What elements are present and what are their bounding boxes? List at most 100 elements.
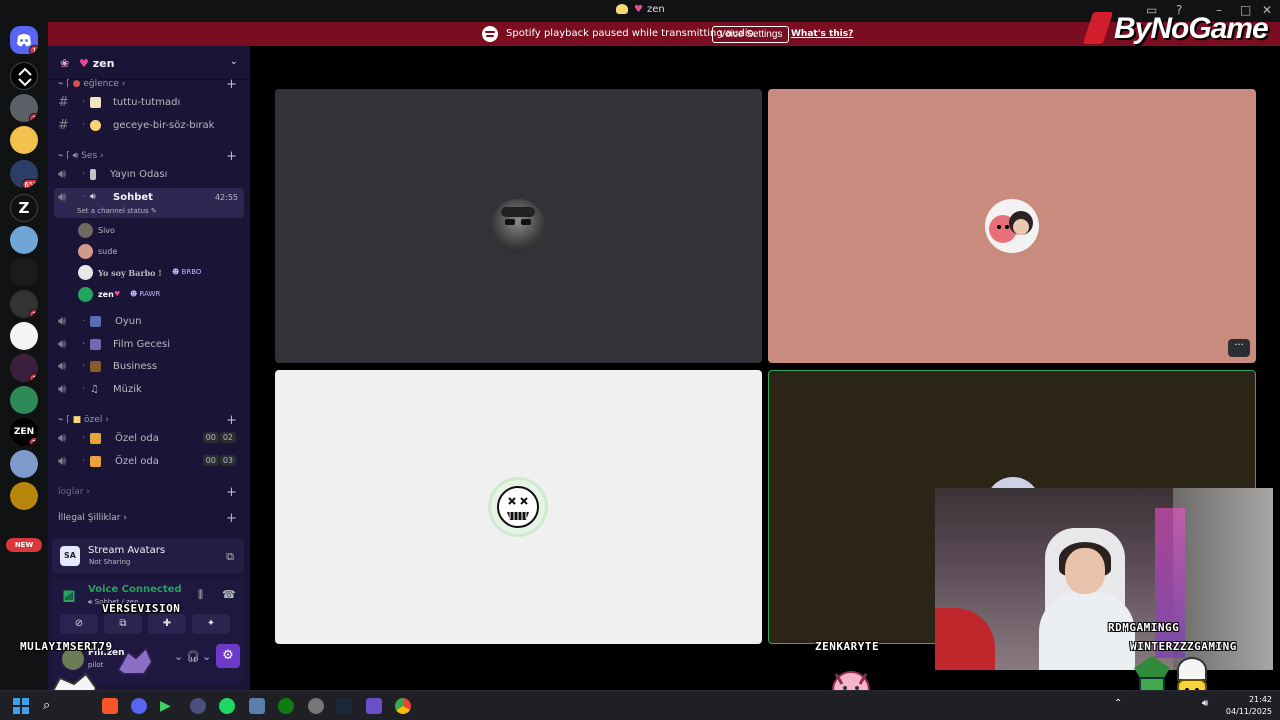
taskbar-clock[interactable]: 21:42 04/11/2025 — [1226, 694, 1272, 718]
server-icon[interactable] — [10, 126, 38, 154]
text-channel-icon: # — [58, 118, 69, 133]
discord-home-icon[interactable]: 1 — [10, 26, 38, 54]
duck-emoji-icon — [616, 4, 628, 14]
soundboard-button[interactable]: ✦ — [192, 614, 230, 634]
share-screen-icon[interactable]: ⧉ — [226, 550, 234, 564]
server-icon[interactable]: ZEN 2 — [10, 418, 38, 446]
add-channel-icon[interactable]: + — [226, 485, 237, 500]
briefcase-icon — [90, 361, 101, 372]
more-options-button[interactable]: ··· — [1228, 339, 1250, 357]
participant-tile[interactable] — [275, 370, 762, 644]
voice-settings-button[interactable]: Voice Settings — [712, 26, 790, 43]
channel-yayin-odasi[interactable]: 🔊︎ · Yayın Odası — [54, 165, 244, 185]
channel-tuttu-tutmadi[interactable]: # · tuttu-tutmadı — [54, 93, 244, 113]
speaker-icon: 🔊︎ — [72, 151, 79, 161]
voice-channel-icon: 🔊︎ — [58, 337, 67, 352]
server-icon[interactable]: 2 — [10, 290, 38, 318]
xbox-icon[interactable] — [278, 698, 294, 714]
chevron-down-icon[interactable]: ⌄ — [174, 650, 183, 663]
overlay-name: ZENKARYTE — [815, 640, 880, 653]
server-icon[interactable] — [10, 62, 38, 90]
steam-icon[interactable] — [336, 698, 352, 714]
channel-sidebar: ❀ ♥ zen ⌄ ⌁ ⌈ ● eğlence › + # · tuttu-tutm… — [48, 46, 250, 690]
app-icon[interactable] — [366, 698, 382, 714]
gamepad-icon — [90, 316, 101, 327]
chrome-icon[interactable] — [395, 698, 411, 714]
guild-header[interactable]: ❀ ♥ zen ⌄ — [48, 46, 250, 80]
windows-start-icon[interactable] — [13, 698, 29, 714]
avatar — [78, 223, 93, 238]
chevron-down-icon[interactable]: ⌄ — [202, 650, 211, 663]
voice-channel-icon: 🔊︎ — [58, 167, 67, 182]
server-icon[interactable]: Z — [10, 194, 38, 222]
add-channel-icon[interactable]: + — [226, 77, 237, 92]
category-eglence[interactable]: ⌁ ⌈ ● eğlence › + — [58, 77, 237, 92]
call-timer: 42:55 — [214, 193, 238, 202]
overlay-name: RDMGAMINGG — [1108, 621, 1180, 634]
activities-button[interactable]: ✚ — [148, 614, 186, 634]
new-badge: NEW — [6, 538, 42, 552]
category-illegal[interactable]: İllegal Şilliklar › + — [58, 511, 237, 526]
volume-icon[interactable]: 🔊︎ — [1202, 698, 1218, 714]
channel-business[interactable]: 🔊︎ · Business — [54, 357, 244, 377]
add-channel-icon[interactable]: + — [226, 413, 237, 428]
add-channel-icon[interactable]: + — [226, 149, 237, 164]
stream-avatars-icon: SA — [60, 546, 80, 566]
server-icon[interactable] — [10, 386, 38, 414]
set-channel-status[interactable]: Set a channel status ✎ — [77, 207, 157, 215]
tray-chevron-up-icon[interactable]: ⌃ — [1114, 698, 1130, 714]
voice-channel-icon: 🔊︎ — [58, 454, 67, 469]
disconnect-icon[interactable]: ☎ — [222, 588, 236, 601]
voice-channel-icon: 🔊︎ — [58, 314, 67, 329]
app-icon[interactable] — [308, 698, 324, 714]
headphones-icon[interactable]: 🎧︎ — [186, 650, 200, 663]
participant-tile[interactable] — [275, 89, 762, 363]
purple-creature-sprite-icon — [116, 646, 154, 675]
channel-muzik[interactable]: 🔊︎ · ♫ Müzik — [54, 380, 244, 400]
camera-off-button[interactable]: ⊘ — [60, 614, 98, 634]
channel-film-gecesi[interactable]: 🔊︎ · Film Gecesi — [54, 335, 244, 355]
server-icon[interactable]: 655 — [10, 160, 38, 188]
voice-user[interactable]: Yo soy Barbo ! ☻ BRBO — [76, 264, 236, 282]
spotify-icon — [482, 26, 498, 42]
voice-user[interactable]: sude — [76, 243, 236, 261]
voice-channel-icon: 🔊︎ — [58, 190, 67, 205]
screen-share-button[interactable]: ⧉ — [104, 614, 142, 634]
chevron-down-icon[interactable]: ⌄ — [230, 56, 238, 67]
category-ses[interactable]: ⌁ ⌈ 🔊︎ Ses › + — [58, 149, 237, 164]
settings-gear-icon[interactable]: ⚙ — [216, 644, 240, 668]
server-icon[interactable] — [10, 258, 38, 286]
moon-icon — [90, 120, 101, 131]
add-channel-icon[interactable]: + — [226, 511, 237, 526]
voice-user[interactable]: Sivo — [76, 222, 236, 240]
search-icon[interactable]: ⌕ — [43, 698, 59, 714]
category-loglar[interactable]: loglar › + — [58, 485, 237, 500]
discord-icon[interactable] — [131, 698, 147, 714]
user-tag: ☻ BRBO — [172, 268, 202, 276]
app-icon[interactable] — [190, 698, 206, 714]
server-icon[interactable] — [10, 226, 38, 254]
channel-oyun[interactable]: 🔊︎ · Oyun — [54, 312, 244, 332]
spotify-icon[interactable] — [219, 698, 235, 714]
voice-user[interactable]: zen ♥ ☻ RAWR — [76, 286, 236, 304]
noise-suppression-icon[interactable]: ⫼ — [198, 588, 203, 602]
channel-geceye[interactable]: # · geceye-bir-söz-bırak — [54, 116, 244, 136]
channel-ozel-oda-1[interactable]: 🔊︎ · Özel oda 00 02 — [54, 429, 244, 449]
app-icon[interactable] — [249, 698, 265, 714]
server-icon[interactable] — [10, 450, 38, 478]
server-icon[interactable] — [10, 482, 38, 510]
whats-this-link[interactable]: What's this? — [791, 29, 853, 39]
signal-icon[interactable]: 📶︎ — [62, 590, 76, 603]
participant-tile[interactable]: ··· — [768, 89, 1256, 363]
film-icon — [90, 339, 101, 350]
avatar — [78, 265, 93, 280]
server-icon[interactable]: 1 — [10, 354, 38, 382]
mic-icon — [90, 169, 96, 180]
media-player-icon[interactable]: ▶ — [160, 698, 176, 714]
bynogame-mark-icon — [1082, 12, 1114, 44]
brave-browser-icon[interactable] — [102, 698, 118, 714]
channel-ozel-oda-2[interactable]: 🔊︎ · Özel oda 00 03 — [54, 452, 244, 472]
server-icon[interactable]: 1 — [10, 94, 38, 122]
server-icon[interactable] — [10, 322, 38, 350]
category-ozel[interactable]: ⌁ ⌈ ■ özel › + — [58, 413, 237, 428]
